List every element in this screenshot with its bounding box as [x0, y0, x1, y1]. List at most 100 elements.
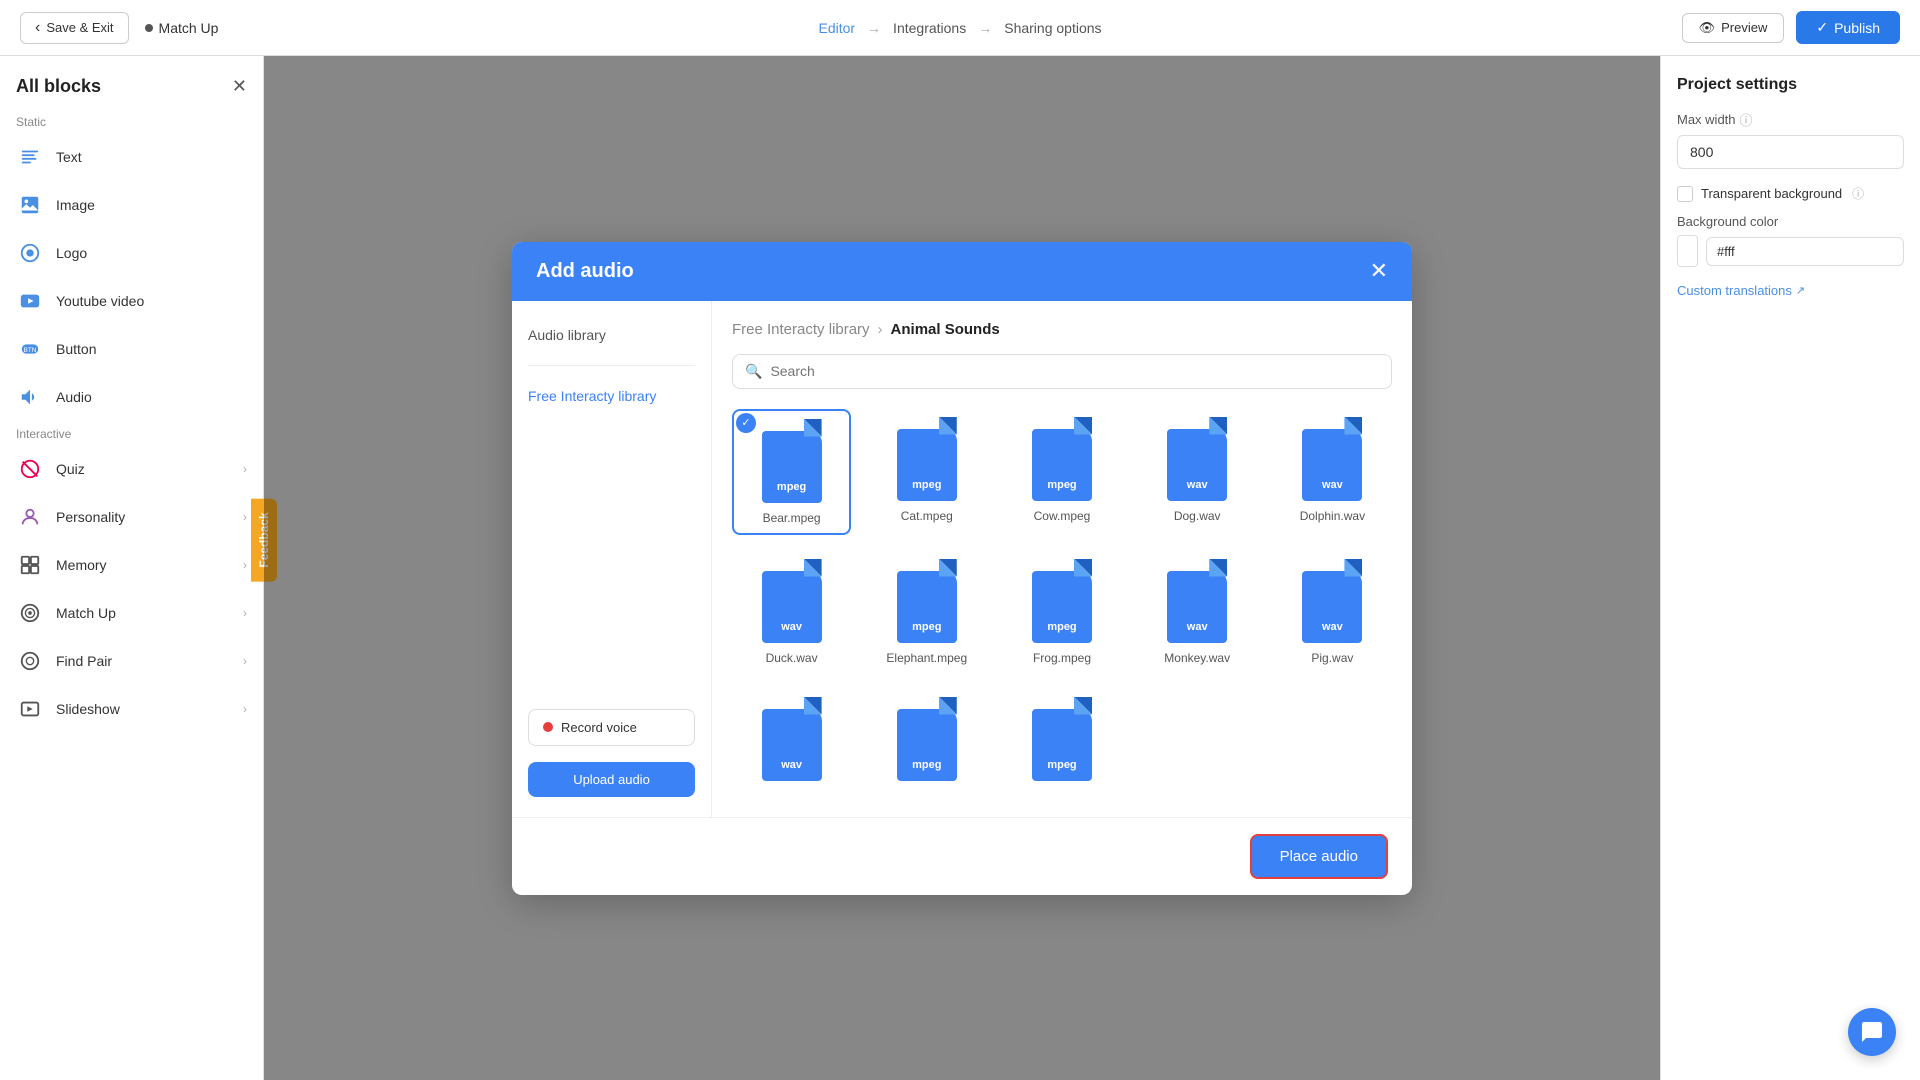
upload-audio-button[interactable]: Upload audio — [528, 762, 695, 797]
file-name: Dog.wav — [1174, 509, 1221, 523]
audio-file-pig[interactable]: wav Pig.wav — [1273, 551, 1392, 673]
topbar-left: Save & Exit Match Up — [20, 12, 218, 44]
sidebar-item-image[interactable]: Image — [0, 181, 263, 229]
breadcrumb: Match Up — [145, 20, 219, 36]
audio-file-duck[interactable]: wav Duck.wav — [732, 551, 851, 673]
nav-integrations[interactable]: Integrations — [893, 20, 966, 36]
modal-title: Add audio — [536, 260, 634, 283]
current-page-title: Match Up — [159, 20, 219, 36]
publish-button[interactable]: ✓ Publish — [1796, 11, 1900, 44]
topbar-right: 👁 Preview ✓ Publish — [1682, 11, 1900, 44]
audio-file-row3a[interactable]: wav — [732, 689, 851, 797]
bg-color-input[interactable] — [1706, 237, 1904, 266]
sidebar: All blocks ✕ Static Text Image Logo — [0, 56, 264, 1080]
file-name: Bear.mpeg — [763, 511, 821, 525]
selected-check-icon: ✓ — [736, 413, 756, 433]
personality-label: Personality — [56, 509, 231, 525]
youtube-icon — [16, 287, 44, 315]
audio-file-dolphin[interactable]: wav Dolphin.wav — [1273, 409, 1392, 535]
logo-label: Logo — [56, 245, 247, 261]
modal-body: Audio library Free Interacty library Rec… — [512, 301, 1412, 817]
sidebar-item-matchup[interactable]: Match Up › — [0, 589, 263, 637]
sidebar-item-findpair[interactable]: Find Pair › — [0, 637, 263, 685]
audio-file-monkey[interactable]: wav Monkey.wav — [1138, 551, 1257, 673]
modal-sidebar: Audio library Free Interacty library Rec… — [512, 301, 712, 817]
sidebar-close-button[interactable]: ✕ — [232, 76, 247, 97]
personality-icon — [16, 503, 44, 531]
findpair-label: Find Pair — [56, 653, 231, 669]
breadcrumb-parent: Free Interacty library — [732, 321, 870, 338]
image-label: Image — [56, 197, 247, 213]
quiz-arrow-icon: › — [243, 462, 247, 476]
sidebar-item-button[interactable]: BTN Button — [0, 325, 263, 373]
sidebar-item-memory[interactable]: Memory › — [0, 541, 263, 589]
custom-translations-link[interactable]: Custom translations ↗ — [1677, 283, 1904, 298]
bg-color-swatch[interactable] — [1677, 235, 1698, 267]
svg-text:BTN: BTN — [24, 347, 37, 354]
sidebar-item-text[interactable]: Text — [0, 133, 263, 181]
audio-file-frog[interactable]: mpeg Frog.mpeg — [1002, 551, 1121, 673]
sidebar-item-personality[interactable]: Personality › — [0, 493, 263, 541]
place-audio-button[interactable]: Place audio — [1250, 834, 1388, 879]
canvas-area: Feedback Add audio ✕ Audio library Free … — [264, 56, 1660, 1080]
save-exit-button[interactable]: Save & Exit — [20, 12, 129, 44]
file-icon: wav — [756, 697, 828, 781]
transparent-bg-checkbox[interactable] — [1677, 186, 1693, 202]
search-bar: 🔍 — [732, 354, 1392, 389]
preview-button[interactable]: 👁 Preview — [1682, 13, 1785, 43]
max-width-input[interactable] — [1677, 135, 1904, 169]
quiz-icon — [16, 455, 44, 483]
nav-editor[interactable]: Editor — [818, 20, 855, 36]
audio-file-dog[interactable]: wav Dog.wav — [1138, 409, 1257, 535]
eye-icon: 👁 — [1699, 20, 1716, 36]
file-name: Cow.mpeg — [1034, 509, 1091, 523]
sidebar-item-quiz[interactable]: Quiz › — [0, 445, 263, 493]
sidebar-item-logo[interactable]: Logo — [0, 229, 263, 277]
audio-file-bear[interactable]: ✓ mpeg Bear.mpeg — [732, 409, 851, 535]
sidebar-item-slideshow[interactable]: Slideshow › — [0, 685, 263, 733]
modal-close-button[interactable]: ✕ — [1370, 260, 1388, 282]
audio-grid: ✓ mpeg Bear.mpeg mpeg — [732, 409, 1392, 797]
memory-arrow-icon: › — [243, 558, 247, 572]
sidebar-header: All blocks ✕ — [0, 56, 263, 109]
audio-file-cat[interactable]: mpeg Cat.mpeg — [867, 409, 986, 535]
transparent-bg-label: Transparent background — [1701, 186, 1842, 201]
audio-label: Audio — [56, 389, 247, 405]
file-icon: mpeg — [1026, 559, 1098, 643]
sidebar-item-audio[interactable]: Audio — [0, 373, 263, 421]
file-icon: mpeg — [891, 559, 963, 643]
record-voice-button[interactable]: Record voice — [528, 709, 695, 746]
nav-free-library[interactable]: Free Interacty library — [528, 382, 695, 410]
file-name: Monkey.wav — [1164, 651, 1230, 665]
modal-header: Add audio ✕ — [512, 242, 1412, 301]
nav-audio-library[interactable]: Audio library — [528, 321, 695, 349]
personality-arrow-icon: › — [243, 510, 247, 524]
audio-file-cow[interactable]: mpeg Cow.mpeg — [1002, 409, 1121, 535]
file-icon: wav — [1161, 417, 1233, 501]
add-audio-modal: Add audio ✕ Audio library Free Interacty… — [512, 242, 1412, 895]
audio-file-row3c[interactable]: mpeg — [1002, 689, 1121, 797]
audio-file-elephant[interactable]: mpeg Elephant.mpeg — [867, 551, 986, 673]
image-icon — [16, 191, 44, 219]
memory-label: Memory — [56, 557, 231, 573]
sidebar-item-youtube[interactable]: Youtube video — [0, 277, 263, 325]
memory-icon — [16, 551, 44, 579]
youtube-label: Youtube video — [56, 293, 247, 309]
file-icon: wav — [1296, 559, 1368, 643]
matchup-icon — [16, 599, 44, 627]
file-icon: wav — [756, 559, 828, 643]
matchup-arrow-icon: › — [243, 606, 247, 620]
arrow-icon-2: → — [978, 20, 992, 36]
bg-color-row — [1677, 235, 1904, 267]
nav-divider — [528, 365, 695, 366]
arrow-icon: → — [867, 20, 881, 36]
button-label: Button — [56, 341, 247, 357]
file-name: Duck.wav — [766, 651, 818, 665]
chat-bubble-button[interactable] — [1848, 1008, 1896, 1056]
nav-sharing[interactable]: Sharing options — [1004, 20, 1101, 36]
audio-file-row3b[interactable]: mpeg — [867, 689, 986, 797]
right-panel: Project settings Max width ⓘ Transparent… — [1660, 56, 1920, 1080]
section-static-label: Static — [0, 109, 263, 133]
info-icon: ⓘ — [1740, 110, 1753, 129]
search-input[interactable] — [770, 363, 1379, 379]
